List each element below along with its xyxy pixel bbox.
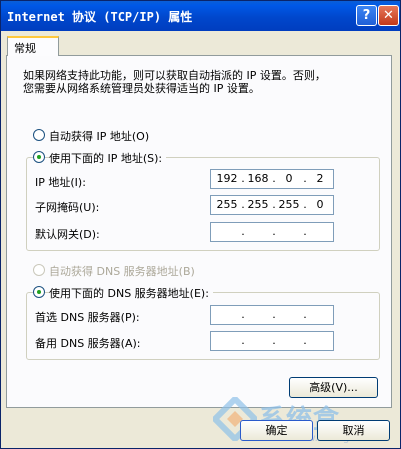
intro-line-2: 您需要从网络系统管理员处获得适当的 IP 设置。 bbox=[23, 82, 260, 95]
ip-dot: . bbox=[303, 308, 307, 321]
manual-dns-radio[interactable] bbox=[33, 286, 45, 298]
manual-dns-label[interactable]: 使用下面的 DNS 服务器地址(E): bbox=[49, 285, 213, 301]
mask-octet-3: 255 bbox=[278, 198, 300, 211]
mask-octet-2: 255 bbox=[247, 198, 269, 211]
window-title: Internet 协议 (TCP/IP) 属性 bbox=[7, 10, 193, 24]
ip-dot: . bbox=[241, 308, 245, 321]
ip-octet-2: 168 bbox=[247, 172, 269, 185]
ip-dot: . bbox=[272, 225, 276, 238]
ip-dot: . bbox=[241, 334, 245, 347]
tab-general[interactable]: 常规 bbox=[7, 36, 59, 56]
manual-ip-label[interactable]: 使用下面的 IP 地址(S): bbox=[49, 150, 167, 166]
dialog-window: Internet 协议 (TCP/IP) 属性 ? ✕ 常规 如果网络支持此功能… bbox=[0, 0, 401, 449]
alternate-dns-label: 备用 DNS 服务器(A): bbox=[35, 337, 141, 350]
ip-octet-1: 192 bbox=[216, 172, 238, 185]
ip-dot: . bbox=[272, 308, 276, 321]
auto-dns-radio[interactable] bbox=[33, 264, 45, 276]
ip-dot: . bbox=[272, 334, 276, 347]
subnet-mask-field[interactable]: 255 . 255 . 255 . 0 bbox=[210, 195, 334, 215]
mask-octet-4: 0 bbox=[316, 198, 324, 211]
ip-dot: . bbox=[241, 225, 245, 238]
close-button[interactable]: ✕ bbox=[378, 5, 399, 26]
gateway-label: 默认网关(D): bbox=[35, 228, 100, 241]
preferred-dns-label: 首选 DNS 服务器(P): bbox=[35, 311, 140, 324]
manual-ip-radio[interactable] bbox=[33, 151, 45, 163]
intro-line-1: 如果网络支持此功能，则可以获取自动指派的 IP 设置。否则， bbox=[23, 69, 326, 82]
ip-dot: . bbox=[303, 225, 307, 238]
auto-ip-radio[interactable] bbox=[33, 129, 45, 141]
ok-button[interactable]: 确定 bbox=[240, 420, 313, 441]
intro-text: 如果网络支持此功能，则可以获取自动指派的 IP 设置。否则， 您需要从网络系统管… bbox=[23, 69, 363, 95]
gateway-field[interactable]: . . . bbox=[210, 222, 334, 242]
ip-octet-3: 0 bbox=[285, 172, 293, 185]
ip-dot: . bbox=[303, 334, 307, 347]
preferred-dns-field[interactable]: . . . bbox=[210, 305, 334, 325]
alternate-dns-field[interactable]: . . . bbox=[210, 331, 334, 351]
ip-address-label: IP 地址(I): bbox=[35, 176, 86, 189]
mask-octet-1: 255 bbox=[216, 198, 238, 211]
title-bar[interactable]: Internet 协议 (TCP/IP) 属性 ? ✕ bbox=[1, 1, 400, 31]
auto-dns-label[interactable]: 自动获得 DNS 服务器地址(B) bbox=[49, 263, 195, 279]
ip-address-field[interactable]: 192 . 168 . 0 . 2 bbox=[210, 169, 334, 189]
help-button[interactable]: ? bbox=[356, 5, 377, 26]
subnet-mask-label: 子网掩码(U): bbox=[35, 201, 100, 214]
ip-octet-4: 2 bbox=[316, 172, 324, 185]
auto-ip-label[interactable]: 自动获得 IP 地址(O) bbox=[49, 128, 149, 144]
cancel-button[interactable]: 取消 bbox=[317, 420, 390, 441]
